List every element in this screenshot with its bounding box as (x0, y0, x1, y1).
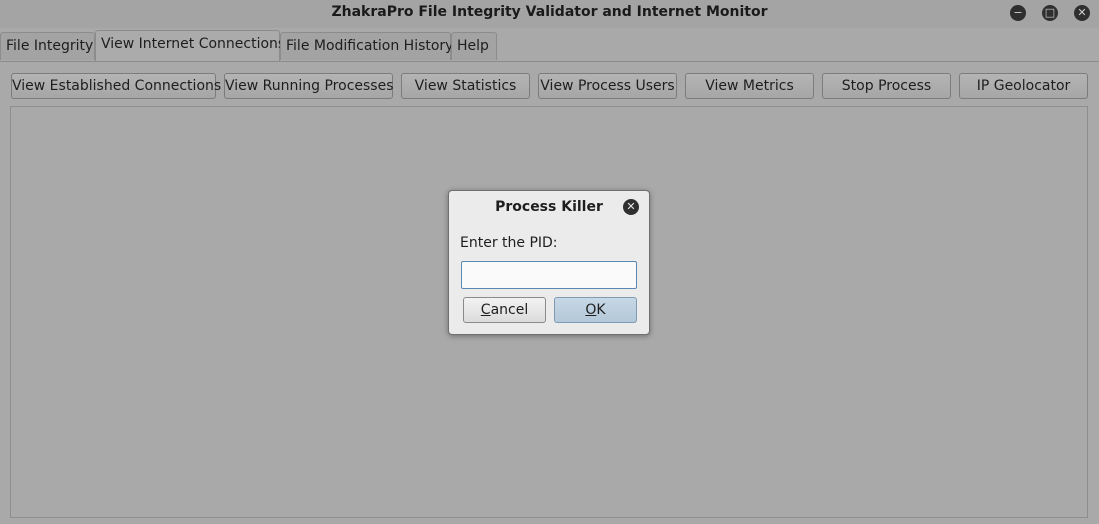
view-statistics-button[interactable]: View Statistics (401, 73, 530, 99)
title-bar: ZhakraPro File Integrity Validator and I… (0, 0, 1099, 28)
tab-view-internet-connections[interactable]: View Internet Connections (95, 30, 285, 61)
tab-bar: File Integrity View Internet Connections… (0, 30, 1099, 62)
tab-help[interactable]: Help (451, 32, 497, 60)
ip-geolocator-button[interactable]: IP Geolocator (959, 73, 1088, 99)
dialog-title: Process Killer (495, 199, 603, 215)
window-title: ZhakraPro File Integrity Validator and I… (331, 4, 768, 20)
view-process-users-button[interactable]: View Process Users (538, 73, 677, 99)
cancel-mnemonic: C (480, 302, 491, 318)
view-metrics-button[interactable]: View Metrics (685, 73, 814, 99)
tab-file-modification-history[interactable]: File Modification History (280, 32, 453, 60)
pid-label: Enter the PID: (460, 235, 558, 251)
pid-input[interactable] (461, 261, 637, 289)
tab-file-integrity[interactable]: File Integrity (0, 32, 95, 60)
close-icon[interactable]: ✕ (1074, 5, 1090, 21)
view-running-processes-button[interactable]: View Running Processes (224, 73, 394, 99)
view-established-connections-button[interactable]: View Established Connections (11, 73, 221, 99)
cancel-label: ancel (490, 302, 529, 318)
close-icon[interactable]: ✕ (623, 199, 639, 215)
ok-label: K (596, 302, 606, 318)
cancel-button[interactable]: Cancel (463, 297, 546, 323)
ok-button[interactable]: OK (554, 297, 637, 323)
tab-divider (0, 61, 1099, 62)
ok-mnemonic: O (585, 302, 597, 318)
process-killer-dialog: Process Killer ✕ Enter the PID: Cancel O… (448, 190, 650, 335)
minimize-icon[interactable]: − (1010, 5, 1026, 21)
maximize-icon[interactable]: □ (1042, 5, 1058, 21)
stop-process-button[interactable]: Stop Process (822, 73, 951, 99)
